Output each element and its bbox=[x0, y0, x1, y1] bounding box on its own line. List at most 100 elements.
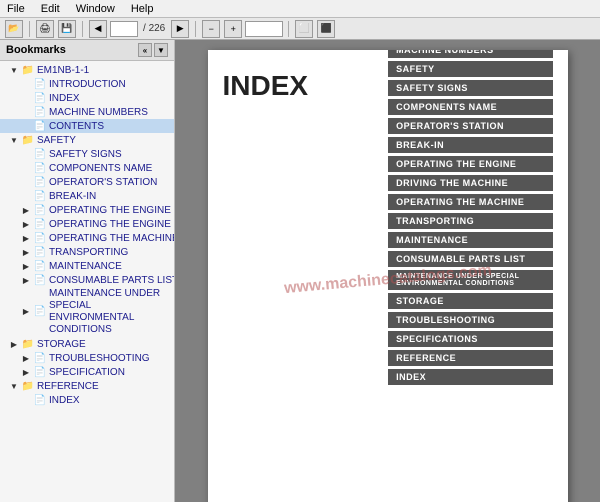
bookmark-label: CONSUMABLE PARTS LIST bbox=[49, 275, 174, 286]
expand-icon: ▼ bbox=[8, 64, 20, 76]
pdf-page: INDEX MACHINE NUMBERS SAFETY SAFETY SIGN… bbox=[208, 50, 568, 502]
expand-icon: ▼ bbox=[8, 134, 20, 146]
fit-width-button[interactable]: ⬜ bbox=[295, 20, 313, 38]
page-icon: 📄 bbox=[34, 232, 46, 244]
bookmarks-list: ▼ 📁 EM1NB-1-1 📄 INTRODUCTION 📄 INDEX 📄 M… bbox=[0, 61, 174, 502]
list-item[interactable]: ▶ 📁 STORAGE bbox=[0, 337, 174, 351]
index-section-btn[interactable]: BREAK-IN bbox=[388, 137, 552, 153]
open-button[interactable]: 📂 bbox=[5, 20, 23, 38]
menu-edit[interactable]: Edit bbox=[38, 3, 63, 15]
list-item[interactable]: 📄 INDEX bbox=[0, 393, 174, 407]
index-section-btn[interactable]: MACHINE NUMBERS bbox=[388, 50, 552, 58]
bookmark-label: OPERATING THE ENGINE bbox=[49, 205, 171, 216]
index-section-btn[interactable]: MAINTENANCE UNDER SPECIAL ENVIRONMENTAL … bbox=[388, 270, 552, 290]
spacer bbox=[20, 190, 32, 202]
list-item[interactable]: 📄 INDEX bbox=[0, 91, 174, 105]
expand-icon: ▶ bbox=[20, 274, 32, 286]
expand-icon: ▶ bbox=[20, 218, 32, 230]
page-number-input[interactable]: 3 bbox=[110, 21, 138, 37]
folder-icon: 📁 bbox=[22, 64, 34, 76]
bookmarks-expand-btn[interactable]: « bbox=[138, 43, 152, 57]
index-section-btn[interactable]: OPERATING THE ENGINE bbox=[388, 156, 552, 172]
menu-help[interactable]: Help bbox=[128, 3, 157, 15]
list-item[interactable]: ▼ 📁 EM1NB-1-1 bbox=[0, 63, 174, 77]
spacer bbox=[20, 92, 32, 104]
list-item[interactable]: ▶ 📄 OPERATING THE ENGINE bbox=[0, 217, 174, 231]
bookmark-label: INTRODUCTION bbox=[49, 79, 126, 90]
index-section-btn[interactable]: MAINTENANCE bbox=[388, 232, 552, 248]
list-item[interactable]: ▶ 📄 MAINTENANCE bbox=[0, 259, 174, 273]
list-item[interactable]: ▶ 📄 TROUBLESHOOTING bbox=[0, 351, 174, 365]
index-buttons-list: MACHINE NUMBERS SAFETY SAFETY SIGNS COMP… bbox=[388, 50, 552, 385]
bookmark-label: CONTENTS bbox=[49, 121, 104, 132]
index-section-btn[interactable]: SAFETY bbox=[388, 61, 552, 77]
index-section-btn[interactable]: TRANSPORTING bbox=[388, 213, 552, 229]
menu-file[interactable]: File bbox=[4, 3, 28, 15]
index-section-btn[interactable]: INDEX bbox=[388, 369, 552, 385]
menu-window[interactable]: Window bbox=[73, 3, 118, 15]
index-section-btn[interactable]: OPERATOR'S STATION bbox=[388, 118, 552, 134]
spacer bbox=[20, 176, 32, 188]
page-icon: 📄 bbox=[34, 190, 46, 202]
folder-icon: 📁 bbox=[22, 380, 34, 392]
bookmark-label: SPECIFICATION bbox=[49, 367, 125, 378]
list-item[interactable]: ▶ 📄 TRANSPORTING bbox=[0, 245, 174, 259]
list-item[interactable]: 📄 OPERATOR'S STATION bbox=[0, 175, 174, 189]
list-item[interactable]: ▶ 📄 OPERATING THE MACHINE bbox=[0, 231, 174, 245]
list-item[interactable]: ▶ 📄 CONSUMABLE PARTS LIST bbox=[0, 273, 174, 287]
bookmark-label: OPERATING THE MACHINE bbox=[49, 233, 174, 244]
index-section-btn[interactable]: OPERATING THE MACHINE bbox=[388, 194, 552, 210]
list-item[interactable]: ▶ 📄 OPERATING THE ENGINE bbox=[0, 203, 174, 217]
bookmark-label: SAFETY bbox=[37, 135, 76, 146]
bookmarks-options-btn[interactable]: ▼ bbox=[154, 43, 168, 57]
expand-icon: ▼ bbox=[8, 380, 20, 392]
list-item[interactable]: 📄 INTRODUCTION bbox=[0, 77, 174, 91]
index-section-btn[interactable]: REFERENCE bbox=[388, 350, 552, 366]
separator-2 bbox=[82, 21, 83, 37]
spacer bbox=[20, 148, 32, 160]
list-item[interactable]: ▶ 📄 MAINTENANCE UNDER SPECIAL ENVIRONMEN… bbox=[0, 287, 174, 337]
page-icon: 📄 bbox=[34, 306, 46, 318]
zoom-input[interactable]: 73.9% bbox=[245, 21, 283, 37]
menu-bar: File Edit Window Help bbox=[0, 0, 600, 18]
list-item[interactable]: ▶ 📄 SPECIFICATION bbox=[0, 365, 174, 379]
bookmarks-controls: « ▼ bbox=[138, 43, 168, 57]
page-icon: 📄 bbox=[34, 204, 46, 216]
print-button[interactable]: 🖨 bbox=[36, 20, 54, 38]
bookmark-label: OPERATOR'S STATION bbox=[49, 177, 157, 188]
index-section-btn[interactable]: SPECIFICATIONS bbox=[388, 331, 552, 347]
list-item[interactable]: 📄 COMPONENTS NAME bbox=[0, 161, 174, 175]
expand-icon: ▶ bbox=[20, 260, 32, 272]
list-item[interactable]: 📄 BREAK-IN bbox=[0, 189, 174, 203]
zoom-in-button[interactable]: + bbox=[224, 20, 242, 38]
list-item[interactable]: ▼ 📁 REFERENCE bbox=[0, 379, 174, 393]
bookmark-label: EM1NB-1-1 bbox=[37, 65, 89, 76]
page-icon: 📄 bbox=[34, 176, 46, 188]
fit-page-button[interactable]: ⬛ bbox=[317, 20, 335, 38]
list-item[interactable]: ▼ 📁 SAFETY bbox=[0, 133, 174, 147]
page-icon: 📄 bbox=[34, 148, 46, 160]
spacer bbox=[20, 394, 32, 406]
index-section-btn[interactable]: SAFETY SIGNS bbox=[388, 80, 552, 96]
expand-icon: ▶ bbox=[20, 352, 32, 364]
pdf-title: INDEX bbox=[223, 70, 309, 102]
next-page-button[interactable]: ▶ bbox=[171, 20, 189, 38]
list-item[interactable]: 📄 SAFETY SIGNS bbox=[0, 147, 174, 161]
index-section-btn[interactable]: CONSUMABLE PARTS LIST bbox=[388, 251, 552, 267]
index-section-btn[interactable]: STORAGE bbox=[388, 293, 552, 309]
index-section-btn[interactable]: COMPONENTS NAME bbox=[388, 99, 552, 115]
prev-page-button[interactable]: ◀ bbox=[89, 20, 107, 38]
bookmark-label: TROUBLESHOOTING bbox=[49, 353, 150, 364]
bookmarks-title: Bookmarks bbox=[6, 44, 66, 56]
list-item[interactable]: 📄 CONTENTS bbox=[0, 119, 174, 133]
expand-icon: ▶ bbox=[20, 366, 32, 378]
list-item[interactable]: 📄 MACHINE NUMBERS bbox=[0, 105, 174, 119]
bookmark-label: MACHINE NUMBERS bbox=[49, 107, 148, 118]
pdf-viewer: INDEX MACHINE NUMBERS SAFETY SAFETY SIGN… bbox=[175, 40, 600, 502]
separator-4 bbox=[288, 21, 289, 37]
index-section-btn[interactable]: DRIVING THE MACHINE bbox=[388, 175, 552, 191]
index-section-btn[interactable]: TROUBLESHOOTING bbox=[388, 312, 552, 328]
save-button[interactable]: 💾 bbox=[58, 20, 76, 38]
zoom-out-button[interactable]: − bbox=[202, 20, 220, 38]
page-icon: 📄 bbox=[34, 106, 46, 118]
